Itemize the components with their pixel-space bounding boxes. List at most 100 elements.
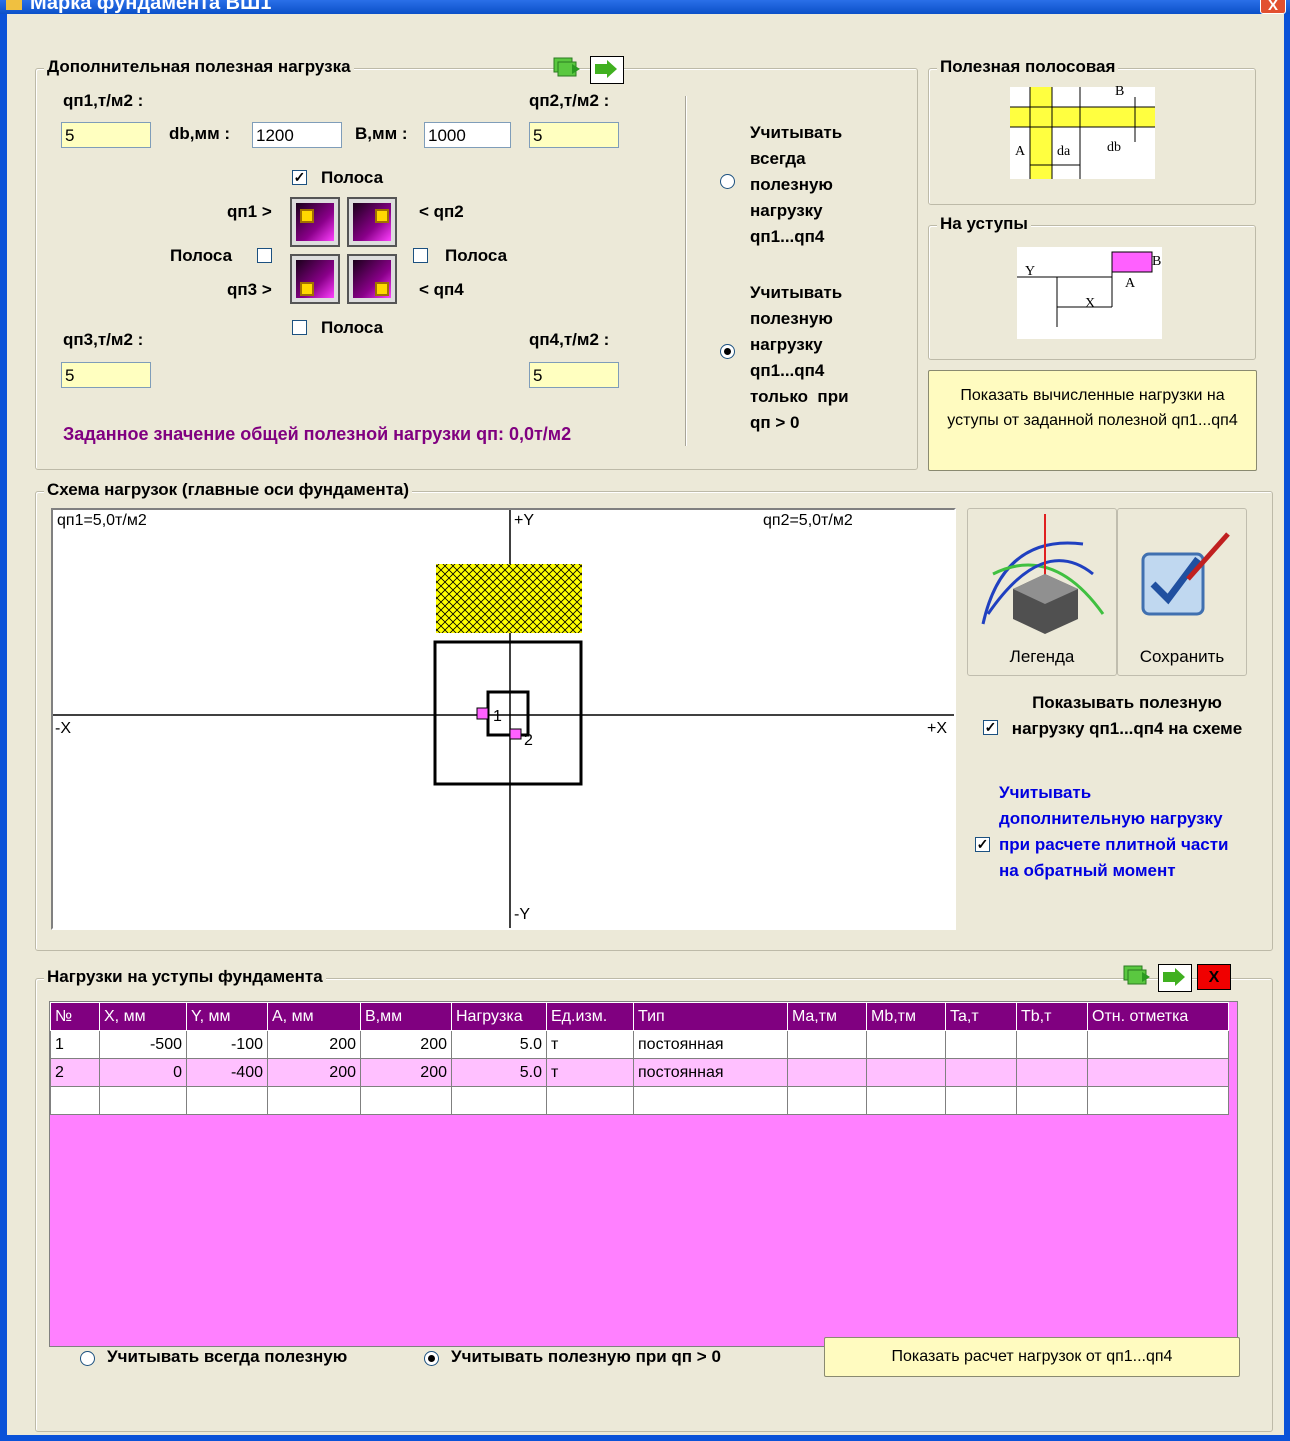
table-cell[interactable]: 0 xyxy=(99,1058,187,1087)
table-cell[interactable]: 2 xyxy=(50,1058,100,1087)
table-cell[interactable]: 5.0 xyxy=(451,1058,547,1087)
table-cell[interactable] xyxy=(787,1086,867,1115)
table-cell[interactable] xyxy=(360,1086,452,1115)
table-cell[interactable]: постоянная xyxy=(633,1058,788,1087)
table-cell[interactable]: т xyxy=(546,1030,634,1059)
table-cell[interactable] xyxy=(633,1086,788,1115)
strip-bottom-checkbox[interactable] xyxy=(292,320,307,335)
table-row[interactable]: 2 0 -400 200 200 5.0 т постоянная xyxy=(50,1058,1229,1087)
column-header[interactable]: X, мм xyxy=(99,1002,187,1031)
table-cell[interactable] xyxy=(945,1058,1017,1087)
strip-left-checkbox[interactable] xyxy=(257,248,272,263)
radio-positive-only[interactable] xyxy=(720,344,735,359)
save-button[interactable]: Сохранить xyxy=(1117,508,1247,676)
column-header[interactable]: Mb,тм xyxy=(866,1002,946,1031)
b-input[interactable]: 1000 xyxy=(424,122,511,148)
column-header[interactable]: Y, мм xyxy=(186,1002,268,1031)
table-delete-button[interactable]: X xyxy=(1197,964,1231,990)
table-row[interactable]: 1 -500 -100 200 200 5.0 т постоянная xyxy=(50,1030,1229,1059)
qp4-input[interactable]: 5 xyxy=(529,362,619,388)
close-button[interactable]: X xyxy=(1260,0,1286,14)
table-cell[interactable] xyxy=(787,1030,867,1059)
paste-icon[interactable] xyxy=(590,56,624,84)
table-cell[interactable] xyxy=(546,1086,634,1115)
table-cell[interactable] xyxy=(50,1086,100,1115)
table-cell[interactable] xyxy=(1087,1030,1229,1059)
column-header[interactable]: Тип xyxy=(633,1002,788,1031)
qp1-input[interactable]: 5 xyxy=(61,122,151,148)
table-cell[interactable] xyxy=(186,1086,268,1115)
qp3-quadrant-button[interactable] xyxy=(290,254,340,304)
app-icon xyxy=(6,0,22,10)
db-input[interactable]: 1200 xyxy=(252,122,342,148)
show-on-scheme-checkbox[interactable]: ✓ xyxy=(983,720,998,735)
qp2-input[interactable]: 5 xyxy=(529,122,619,148)
column-header[interactable]: A, мм xyxy=(267,1002,361,1031)
table-cell[interactable]: 1 xyxy=(50,1030,100,1059)
bottom-radio-always[interactable] xyxy=(80,1351,95,1366)
table-copy-icon[interactable] xyxy=(1122,964,1152,990)
table-cell[interactable]: 200 xyxy=(360,1058,452,1087)
table-cell[interactable] xyxy=(945,1030,1017,1059)
ledge-marker-2: 2 xyxy=(524,732,533,749)
legend-3d-icon xyxy=(981,514,1105,634)
table-cell[interactable] xyxy=(1087,1086,1229,1115)
table-cell[interactable] xyxy=(866,1030,946,1059)
ledges-panel-legend: На уступы xyxy=(937,214,1031,234)
column-header[interactable]: Нагрузка xyxy=(451,1002,547,1031)
axis-plus-x-label: +X xyxy=(927,720,948,737)
table-cell[interactable] xyxy=(866,1058,946,1087)
table-cell[interactable] xyxy=(99,1086,187,1115)
scheme-qp2-text: qп2=5,0т/м2 xyxy=(763,512,853,529)
column-header[interactable]: Tb,т xyxy=(1016,1002,1088,1031)
scheme-legend: Схема нагрузок (главные оси фундамента) xyxy=(44,480,413,500)
table-cell[interactable] xyxy=(451,1086,547,1115)
table-cell[interactable]: -500 xyxy=(99,1030,187,1059)
strip-top-label: Полоса xyxy=(321,168,384,187)
table-paste-icon[interactable] xyxy=(1158,964,1192,992)
table-cell[interactable] xyxy=(787,1058,867,1087)
table-cell[interactable] xyxy=(1016,1086,1088,1115)
qp4-quadrant-button[interactable] xyxy=(347,254,397,304)
window: Марка фундамента ВШ1 X Дополнительная по… xyxy=(0,0,1290,1441)
table-cell[interactable]: 200 xyxy=(267,1058,361,1087)
column-header[interactable]: Отн. отметка xyxy=(1087,1002,1229,1031)
show-ledge-loads-button[interactable]: Показать вычисленные нагрузки на уступы … xyxy=(928,370,1257,471)
column-header[interactable]: Ед.изм. xyxy=(546,1002,634,1031)
table-cell[interactable]: 5.0 xyxy=(451,1030,547,1059)
table-cell[interactable] xyxy=(866,1086,946,1115)
table-cell[interactable] xyxy=(1016,1058,1088,1087)
legend-button[interactable]: Легенда xyxy=(967,508,1117,676)
qp3-label: qп3,т/м2 : xyxy=(63,330,144,349)
copy-icon[interactable] xyxy=(552,56,582,82)
bottom-radio-positive[interactable] xyxy=(424,1351,439,1366)
table-cell[interactable] xyxy=(1087,1058,1229,1087)
table-cell[interactable]: -400 xyxy=(186,1058,268,1087)
consider-extra-label: Учитывать дополнительную нагрузку при ра… xyxy=(999,783,1229,880)
table-cell[interactable] xyxy=(1016,1030,1088,1059)
column-header[interactable]: Ta,т xyxy=(945,1002,1017,1031)
radio-always-consider[interactable] xyxy=(720,174,735,189)
table-new-row[interactable] xyxy=(50,1086,1229,1115)
table-cell[interactable]: 200 xyxy=(360,1030,452,1059)
column-header[interactable]: Ma,тм xyxy=(787,1002,867,1031)
ledges-table-legend: Нагрузки на уступы фундамента xyxy=(44,967,326,987)
column-header[interactable]: B,мм xyxy=(360,1002,452,1031)
table-cell[interactable] xyxy=(945,1086,1017,1115)
ledges-table[interactable]: № X, мм Y, мм A, мм B,мм Нагрузка Ед.изм. Тип Ma… xyxy=(50,1002,1229,1115)
show-calc-button[interactable]: Показать расчет нагрузок от qп1...qп4 xyxy=(824,1337,1240,1377)
ledges-grid[interactable]: № X, мм Y, мм A, мм B,мм Нагрузка Ед.изм. Тип Ma… xyxy=(49,1001,1238,1347)
table-cell[interactable]: постоянная xyxy=(633,1030,788,1059)
table-cell[interactable]: 200 xyxy=(267,1030,361,1059)
qp3-input[interactable]: 5 xyxy=(61,362,151,388)
strip-right-checkbox[interactable] xyxy=(413,248,428,263)
load-scheme-canvas[interactable]: qп1=5,0т/м2 qп2=5,0т/м2 +Y -Y -X +X 1 2 xyxy=(51,508,956,930)
strip-top-checkbox[interactable]: ✓ xyxy=(292,170,307,185)
consider-extra-checkbox[interactable]: ✓ xyxy=(975,837,990,852)
table-cell[interactable] xyxy=(267,1086,361,1115)
table-cell[interactable]: т xyxy=(546,1058,634,1087)
column-header[interactable]: № xyxy=(50,1002,100,1031)
qp2-quadrant-button[interactable] xyxy=(347,197,397,247)
table-cell[interactable]: -100 xyxy=(186,1030,268,1059)
qp1-quadrant-button[interactable] xyxy=(290,197,340,247)
